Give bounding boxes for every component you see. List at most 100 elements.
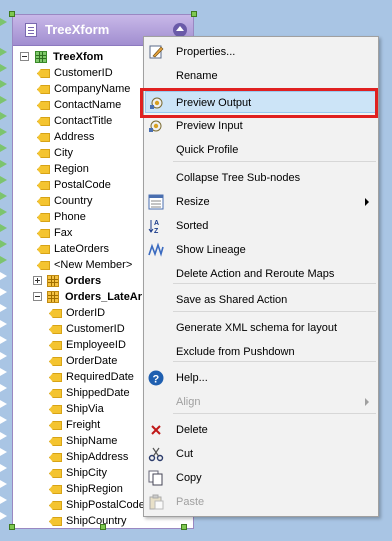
menu-item-save-as-shared-action[interactable]: Save as Shared Action — [145, 289, 377, 311]
field-label: Freight — [66, 419, 101, 431]
field-tag-icon — [49, 325, 62, 334]
menu-item-label: Collapse Tree Sub-nodes — [176, 172, 301, 184]
menu-item-delete-action-and-reroute-maps[interactable]: Delete Action and Reroute Maps — [145, 263, 377, 285]
input-connector-icon — [0, 48, 7, 56]
field-label: City — [54, 147, 73, 159]
field-tag-icon — [49, 469, 62, 478]
input-connector-icon — [0, 304, 7, 312]
menu-item-rename[interactable]: Rename — [145, 65, 377, 87]
paste-icon — [148, 494, 164, 510]
input-connector-icon — [0, 480, 7, 488]
delete-icon — [148, 422, 164, 438]
cut-icon — [148, 446, 164, 462]
field-label: OrderDate — [66, 355, 118, 367]
field-label: Address — [54, 131, 95, 143]
resize-handle-top-left[interactable] — [9, 11, 15, 17]
resize-handle-bottom-mid[interactable] — [100, 524, 106, 530]
menu-item-exclude-from-pushdown[interactable]: Exclude from Pushdown — [145, 341, 377, 363]
input-connector-icon — [0, 18, 7, 26]
menu-item-label: Show Lineage — [176, 244, 246, 256]
field-label: ShipCountry — [66, 515, 127, 527]
field-tag-icon — [37, 117, 50, 126]
submenu-arrow-icon — [365, 398, 369, 406]
group-label: Orders — [65, 275, 102, 287]
field-label: Fax — [54, 227, 73, 239]
menu-item-delete[interactable]: Delete — [145, 419, 377, 441]
menu-item-show-lineage[interactable]: Show Lineage — [145, 239, 377, 261]
field-tag-icon — [49, 485, 62, 494]
menu-item-generate-xml-schema-for-layout[interactable]: Generate XML schema for layout — [145, 317, 377, 339]
menu-item-label: Generate XML schema for layout — [176, 322, 338, 334]
menu-item-label: Delete Action and Reroute Maps — [176, 268, 335, 280]
menu-item-label: Delete — [176, 424, 208, 436]
expand-expander-icon[interactable] — [33, 276, 42, 285]
svg-text:Z: Z — [154, 228, 159, 234]
input-connector-icon — [0, 240, 7, 248]
menu-item-quick-profile[interactable]: Quick Profile — [145, 139, 377, 161]
field-tag-icon — [49, 309, 62, 318]
field-label: ShipCity — [66, 467, 107, 479]
menu-item-label: Resize — [176, 196, 210, 208]
input-connector-icon — [0, 208, 7, 216]
node-title: TreeXform — [45, 22, 110, 37]
resize-handle-bottom-left[interactable] — [9, 524, 15, 530]
collapse-expander-icon[interactable] — [33, 292, 42, 301]
field-label: CustomerID — [54, 67, 113, 79]
table-icon — [35, 51, 47, 63]
input-connector-icon — [0, 80, 7, 88]
field-label: Country — [54, 195, 93, 207]
menu-item-label: Copy — [176, 472, 202, 484]
field-tag-icon — [37, 197, 50, 206]
field-tag-icon — [37, 133, 50, 142]
copy-icon — [148, 470, 164, 486]
menu-item-copy[interactable]: Copy — [145, 467, 377, 489]
input-connector-icon — [0, 272, 7, 280]
menu-item-help[interactable]: ? Help... — [145, 367, 377, 389]
field-tag-icon — [49, 373, 62, 382]
input-connector-icon — [0, 256, 7, 264]
field-label: RequiredDate — [66, 371, 134, 383]
menu-separator — [173, 311, 376, 312]
menu-item-paste: Paste — [145, 491, 377, 513]
menu-item-align: Align — [145, 391, 377, 413]
field-tag-icon — [49, 501, 62, 510]
svg-text:A: A — [154, 220, 159, 227]
collapse-expander-icon[interactable] — [20, 52, 29, 61]
input-connector-icon — [0, 336, 7, 344]
resize-handle-top-right[interactable] — [191, 11, 197, 17]
field-label: PostalCode — [54, 179, 111, 191]
input-connector-icon — [0, 192, 7, 200]
field-tag-icon — [37, 69, 50, 78]
menu-item-label: Properties... — [176, 46, 236, 58]
svg-text:?: ? — [153, 374, 160, 386]
menu-item-label: Save as Shared Action — [176, 294, 288, 306]
field-tag-icon — [37, 101, 50, 110]
menu-item-collapse-tree-sub-nodes[interactable]: Collapse Tree Sub-nodes — [145, 167, 377, 189]
tree-root-label: TreeXfom — [53, 51, 104, 63]
field-label: ShipVia — [66, 403, 104, 415]
input-connector-icon — [0, 448, 7, 456]
lineage-icon — [148, 242, 164, 258]
input-connector-icon — [0, 368, 7, 376]
menu-item-resize[interactable]: Resize — [145, 191, 377, 213]
menu-item-preview-input[interactable]: Preview Input — [145, 115, 377, 137]
field-label: Region — [54, 163, 89, 175]
menu-separator — [173, 161, 376, 162]
input-connector-icon — [0, 320, 7, 328]
collapse-node-icon[interactable] — [173, 23, 187, 37]
input-connector-icon — [0, 96, 7, 104]
field-label: CustomerID — [66, 323, 125, 335]
table-icon — [47, 291, 59, 303]
menu-item-cut[interactable]: Cut — [145, 443, 377, 465]
field-label: ContactTitle — [54, 115, 113, 127]
menu-item-label: Quick Profile — [176, 144, 239, 156]
resize-handle-bottom-right[interactable] — [181, 524, 187, 530]
properties-icon — [148, 44, 164, 60]
menu-item-label: Align — [176, 396, 201, 408]
field-label: ShipPostalCode — [66, 499, 145, 511]
menu-item-label: Sorted — [176, 220, 209, 232]
input-connector-icon — [0, 64, 7, 72]
menu-item-properties[interactable]: Properties... — [145, 41, 377, 63]
menu-item-sorted[interactable]: A Z Sorted — [145, 215, 377, 237]
field-label: ShipRegion — [66, 483, 123, 495]
